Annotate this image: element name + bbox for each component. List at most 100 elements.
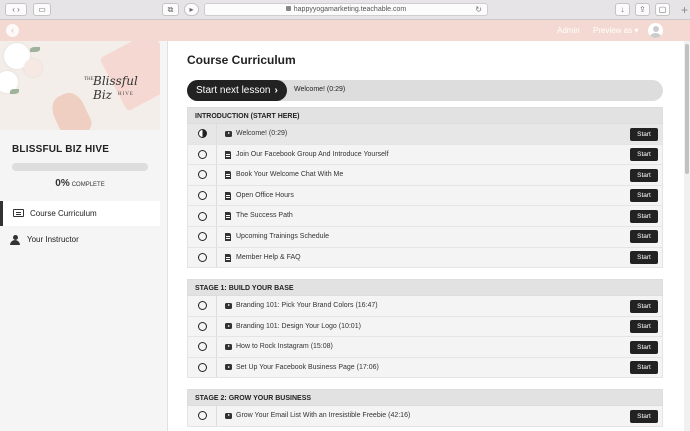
reload-icon[interactable]: ↻ [475,4,482,15]
preview-as-dropdown[interactable]: Preview as ▾ [593,26,638,35]
book-icon [13,209,24,217]
start-button[interactable]: Start [630,320,658,334]
start-button[interactable]: Start [630,127,658,141]
row-divider [216,316,217,337]
video-icon [225,412,232,419]
lecture-row[interactable]: Grow Your Email List With an Irresistibl… [187,406,663,427]
lecture-title[interactable]: Book Your Welcome Chat With Me [236,171,343,178]
lecture-title[interactable]: Join Our Facebook Group And Introduce Yo… [236,151,389,158]
row-divider [216,206,217,226]
start-next-lesson-label: Start next lesson [196,85,271,96]
video-icon [225,364,232,371]
document-icon [225,171,231,180]
lecture-row[interactable]: Set Up Your Facebook Business Page (17:0… [187,357,663,379]
next-lesson-title[interactable]: Welcome! (0:29) [294,86,345,93]
hero-logo-hive: HIVE [118,92,134,97]
row-divider [216,337,217,357]
lecture-row[interactable]: Branding 101: Pick Your Brand Colors (16… [187,296,663,317]
admin-link[interactable]: Admin [557,26,580,35]
video-icon [225,323,232,330]
start-next-lesson-button[interactable]: Start next lesson › [187,80,287,101]
course-sidebar: THE Blissful Biz HIVE BLISSFUL BIZ HIVE … [0,41,168,431]
new-tab-icon[interactable]: + [681,4,688,16]
scrollbar-thumb[interactable] [685,44,689,174]
start-button[interactable]: Start [630,189,658,203]
lecture-row[interactable]: Branding 101: Design Your Logo (10:01) St… [187,316,663,338]
lecture-title[interactable]: Branding 101: Pick Your Brand Colors (16… [236,302,378,309]
lecture-row[interactable]: Book Your Welcome Chat With Me Start [187,165,663,186]
start-button[interactable]: Start [630,409,658,423]
start-button[interactable]: Start [630,251,658,265]
start-button[interactable]: Start [630,230,658,244]
start-button[interactable]: Start [630,361,658,375]
row-divider [216,357,217,378]
document-icon [225,212,231,221]
start-button[interactable]: Start [630,148,658,162]
row-divider [216,406,217,426]
lecture-row[interactable]: The Success Path Start [187,206,663,227]
completion-circle-icon [198,411,207,421]
back-arrow-icon[interactable]: ‹ [6,24,19,37]
page-title: Course Curriculum [187,53,296,67]
next-lesson-bar[interactable]: Start next lesson › Welcome! (0:29) [187,80,663,101]
row-divider [216,124,217,144]
lecture-row[interactable]: Join Our Facebook Group And Introduce Yo… [187,144,663,166]
start-button[interactable]: Start [630,299,658,313]
share-icon[interactable]: ⇪ [635,3,650,16]
row-divider [216,226,217,247]
download-icon[interactable]: ↓ [615,3,630,16]
avatar[interactable] [648,23,663,38]
start-button[interactable]: Start [630,168,658,182]
lecture-row[interactable]: Open Office Hours Start [187,185,663,207]
nav-your-instructor[interactable]: Your Instructor [0,227,160,252]
browser-toolbar: ‹ › ▭ ⧉ ▸ happyyogamarketing.teachable.c… [0,0,690,20]
lecture-title[interactable]: How to Rock Instagram (15:08) [236,343,333,350]
lecture-title[interactable]: Set Up Your Facebook Business Page (17:0… [236,364,379,371]
start-button[interactable]: Start [630,209,658,223]
lecture-title[interactable]: Welcome! (0:29) [236,130,287,137]
completion-circle-icon [198,321,207,331]
section-title: INTRODUCTION (START HERE) [187,107,663,124]
progress-bar [12,163,148,171]
row-divider [216,296,217,316]
page-scrollbar[interactable] [684,41,690,431]
lecture-title[interactable]: Upcoming Trainings Schedule [236,233,329,240]
lecture-row[interactable]: Member Help & FAQ Start [187,247,663,269]
lecture-title[interactable]: Member Help & FAQ [236,254,301,261]
row-divider [216,185,217,206]
completion-circle-icon [198,252,207,262]
sidebar-toggle-icon[interactable]: ▭ [33,3,51,16]
lecture-title[interactable]: The Success Path [236,212,293,219]
main-content: Course Curriculum Start next lesson › Wel… [168,41,690,431]
row-divider [216,165,217,185]
address-bar[interactable]: happyyogamarketing.teachable.com ↻ [204,3,488,16]
completion-circle-icon [198,363,207,373]
lecture-title[interactable]: Branding 101: Design Your Logo (10:01) [236,323,361,330]
video-icon [225,343,232,350]
curriculum-section: INTRODUCTION (START HERE) Welcome! (0:29)… [187,107,663,269]
section-title: STAGE 1: BUILD YOUR BASE [187,279,663,296]
start-button[interactable]: Start [630,340,658,354]
row-divider [216,247,217,268]
play-icon[interactable]: ▸ [184,3,199,16]
row-divider [216,144,217,165]
nav-label: Course Curriculum [30,209,97,218]
completion-circle-icon [198,342,207,352]
nav-course-curriculum[interactable]: Course Curriculum [0,201,160,226]
completion-circle-icon [198,129,207,139]
document-icon [225,150,231,159]
lecture-title[interactable]: Open Office Hours [236,192,294,199]
completion-circle-icon [198,301,207,311]
curriculum-section: STAGE 2: GROW YOUR BUSINESS Grow Your Ema… [187,389,663,427]
lecture-row[interactable]: Welcome! (0:29) Start [187,124,663,145]
share-tab-icon[interactable]: ⧉ [162,3,179,16]
video-icon [225,302,232,309]
lecture-title[interactable]: Grow Your Email List With an Irresistibl… [236,412,410,419]
document-icon [225,232,231,241]
lecture-row[interactable]: Upcoming Trainings Schedule Start [187,226,663,248]
tabs-icon[interactable]: ▢ [655,3,670,16]
back-forward-buttons[interactable]: ‹ › [5,3,27,16]
section-title: STAGE 2: GROW YOUR BUSINESS [187,389,663,406]
lecture-row[interactable]: How to Rock Instagram (15:08) Start [187,337,663,358]
chevron-right-icon: › [274,85,278,96]
